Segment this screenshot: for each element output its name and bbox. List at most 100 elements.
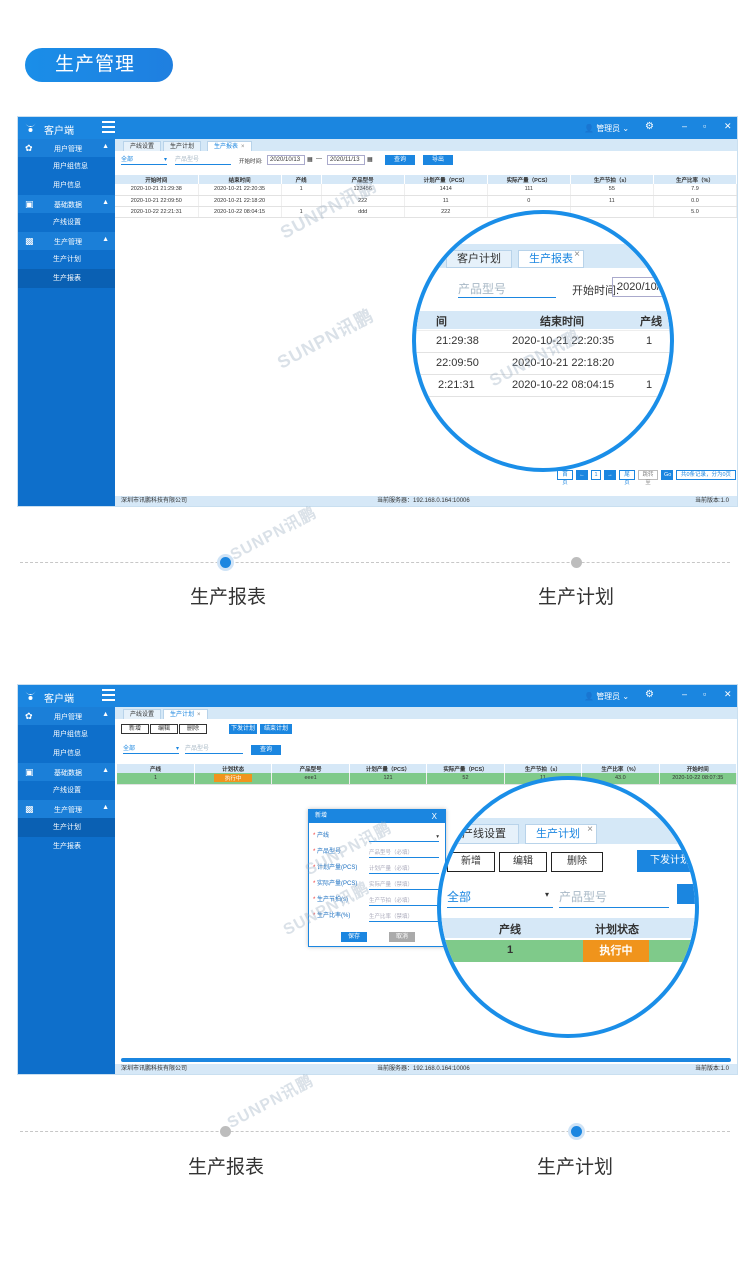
- mag-tab-report[interactable]: 生产报表 ×: [518, 247, 584, 268]
- model-input[interactable]: 产品型号: [185, 744, 243, 754]
- col-header[interactable]: 产线: [117, 764, 195, 773]
- col-header[interactable]: 计划产量（PCS）: [404, 175, 488, 184]
- mag-tab-plan[interactable]: 客户计划: [446, 250, 512, 268]
- sidebar-item-line-settings[interactable]: 产线设置: [18, 213, 115, 232]
- takt-field[interactable]: 生产节拍（必填）: [369, 896, 439, 906]
- sidebar-item-user-info[interactable]: 用户信息: [18, 744, 115, 763]
- close-tab-icon[interactable]: ×: [587, 821, 593, 839]
- edit-button[interactable]: 编辑: [150, 724, 178, 734]
- pager-last[interactable]: 尾页: [619, 470, 635, 486]
- mag-edit-button[interactable]: 编辑: [499, 852, 547, 872]
- table-row[interactable]: 2020-10-21 21:29:38 2020-10-21 22:20:35 1 1…: [115, 184, 737, 196]
- gear-icon[interactable]: ⚙: [645, 689, 654, 700]
- dialog-close-icon[interactable]: X: [432, 810, 437, 823]
- ratio-field[interactable]: 生产比率（禁填）: [369, 912, 439, 922]
- sidebar-group-basic[interactable]: ▣ 基础数据 ▲: [18, 763, 115, 781]
- col-header[interactable]: 开始时间: [115, 175, 199, 184]
- close-icon[interactable]: ✕: [724, 689, 732, 700]
- pager-next[interactable]: →: [604, 470, 616, 480]
- sidebar-item-plan[interactable]: 生产计划: [18, 250, 115, 269]
- table-row[interactable]: 2:21:31 2020-10-22 08:04:15 1: [416, 375, 670, 397]
- col-header[interactable]: 结束时间: [198, 175, 282, 184]
- tab-plan[interactable]: 生产计划: [163, 141, 202, 151]
- gear-icon[interactable]: ⚙: [645, 121, 654, 132]
- restore-icon[interactable]: ▫: [703, 121, 706, 131]
- user-menu[interactable]: 👤 管理员 ⌄: [584, 691, 629, 702]
- tab-line-settings[interactable]: 产线设置: [123, 709, 162, 719]
- sidebar-item-report[interactable]: 生产报表: [18, 837, 115, 856]
- cancel-button[interactable]: 取消: [389, 932, 415, 942]
- actual-qty-field[interactable]: 实际产量（禁填）: [369, 880, 439, 890]
- col-header[interactable]: 生产节拍（s）: [504, 764, 583, 773]
- timeline-dot-active[interactable]: [571, 1126, 582, 1137]
- plan-qty-field[interactable]: 计划产量（必填）: [369, 864, 439, 874]
- mag-delete-button[interactable]: 删除: [551, 852, 603, 872]
- query-button[interactable]: 查询: [385, 155, 415, 165]
- pager-first[interactable]: 首页: [557, 470, 573, 486]
- query-button[interactable]: 查询: [251, 745, 281, 755]
- sidebar-group-user[interactable]: ✿ 用户管理 ▲: [18, 707, 115, 725]
- model-field[interactable]: 产品型号（必填）: [369, 848, 439, 858]
- add-button[interactable]: 新增: [121, 724, 149, 734]
- close-tab-icon[interactable]: ×: [241, 144, 245, 150]
- sidebar-item-user-group[interactable]: 用户组信息: [18, 725, 115, 744]
- export-button[interactable]: 导出: [423, 155, 453, 165]
- col-header[interactable]: 生产节拍（s）: [570, 175, 654, 184]
- table-row[interactable]: 1 执行中 eee1 121 52 11 43.0 2020-10-22 08:…: [117, 773, 737, 785]
- timeline-dot[interactable]: [220, 1126, 231, 1137]
- minimize-icon[interactable]: –: [682, 121, 687, 131]
- timeline-dot[interactable]: [571, 557, 582, 568]
- tab-plan[interactable]: 生产计划 ×: [163, 709, 208, 719]
- user-menu[interactable]: 👤 管理员 ⌄: [584, 123, 629, 134]
- pager-jump-input[interactable]: 跳转至: [638, 470, 658, 486]
- close-icon[interactable]: ✕: [724, 121, 732, 132]
- line-select[interactable]: 全部 ▾: [121, 155, 167, 165]
- mag-start-date[interactable]: 2020/10/13: [612, 277, 670, 297]
- mag-add-button[interactable]: 新增: [447, 852, 495, 872]
- start-date-field[interactable]: 2020/10/13: [267, 155, 305, 165]
- mag-model-input[interactable]: 产品型号: [458, 280, 556, 298]
- line-select[interactable]: 全部 ▾: [123, 744, 179, 754]
- dispatch-plan-button[interactable]: 下发计划: [229, 724, 257, 734]
- timeline-label-plan[interactable]: 生产计划: [537, 1152, 613, 1179]
- col-header[interactable]: 实际产量（PCS）: [426, 764, 505, 773]
- sidebar-item-user-group[interactable]: 用户组信息: [18, 157, 115, 176]
- close-tab-icon[interactable]: ×: [197, 712, 201, 718]
- hamburger-menu-icon[interactable]: [102, 121, 115, 134]
- sidebar-item-user-info[interactable]: 用户信息: [18, 176, 115, 195]
- minimize-icon[interactable]: –: [682, 689, 687, 699]
- table-row[interactable]: 2020-10-22 22:21:31 2020-10-22 08:04:15 1 d…: [115, 206, 737, 218]
- sidebar-item-line-settings[interactable]: 产线设置: [18, 781, 115, 800]
- tab-report[interactable]: 生产报表 ×: [207, 141, 252, 151]
- mag-query-button[interactable]: [677, 884, 695, 904]
- calendar-icon[interactable]: ▦: [367, 156, 373, 163]
- pager-page[interactable]: 1: [591, 470, 601, 480]
- col-header[interactable]: 实际产量（PCS）: [487, 175, 571, 184]
- pager-go[interactable]: Go: [661, 470, 673, 480]
- table-row[interactable]: 2020-10-21 22:09:50 2020-10-21 22:18:20 22…: [115, 195, 737, 207]
- col-header[interactable]: 生产比率（%）: [653, 175, 737, 184]
- save-button[interactable]: 保存: [341, 932, 367, 942]
- timeline-label-plan[interactable]: 生产计划: [538, 582, 614, 609]
- table-row[interactable]: 1 执行中: [441, 940, 695, 962]
- col-header[interactable]: 开始时间: [659, 764, 737, 773]
- sidebar-group-basic[interactable]: ▣ 基础数据 ▲: [18, 195, 115, 213]
- sidebar-item-plan[interactable]: 生产计划: [18, 818, 115, 837]
- mag-model-input[interactable]: 产品型号: [559, 888, 669, 908]
- mag-line-select[interactable]: 全部 ▾: [447, 888, 553, 908]
- col-header[interactable]: 生产比率（%）: [581, 764, 660, 773]
- col-header[interactable]: 计划状态: [194, 764, 273, 773]
- end-date-field[interactable]: 2020/11/13: [327, 155, 365, 165]
- horizontal-scrollbar[interactable]: [121, 1058, 731, 1062]
- col-header[interactable]: 产线: [281, 175, 322, 184]
- mag-dispatch-button[interactable]: 下发计划: [637, 850, 695, 872]
- delete-button[interactable]: 删除: [179, 724, 207, 734]
- col-header[interactable]: 计划产量（PCS）: [349, 764, 428, 773]
- timeline-label-report[interactable]: 生产报表: [190, 582, 266, 609]
- calendar-icon[interactable]: ▦: [307, 156, 313, 163]
- end-plan-button[interactable]: 结束计划: [260, 724, 292, 734]
- pager-prev[interactable]: ←: [576, 470, 588, 480]
- sidebar-group-user[interactable]: ✿ 用户管理 ▲: [18, 139, 115, 157]
- close-tab-icon[interactable]: ×: [574, 247, 580, 263]
- sidebar-group-production[interactable]: ▩ 生产管理 ▲: [18, 800, 115, 818]
